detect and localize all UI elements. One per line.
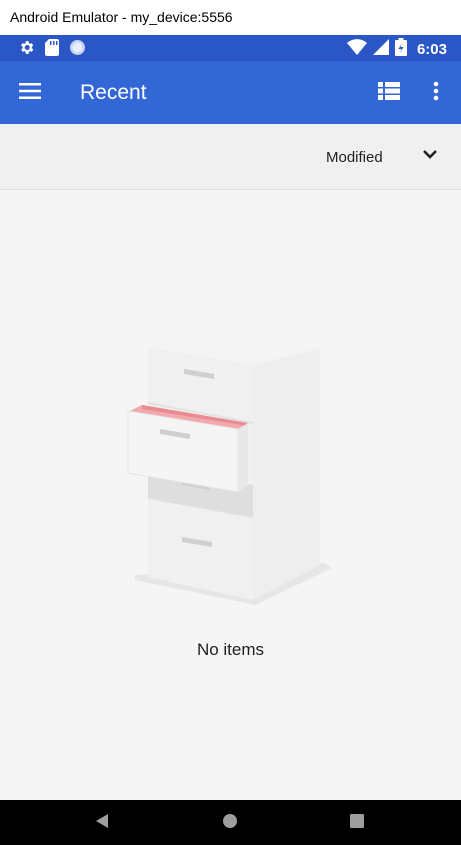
battery-icon	[394, 38, 407, 61]
view-list-icon	[378, 81, 400, 105]
sort-dropdown[interactable]: Modified	[318, 138, 448, 176]
empty-state-message: No items	[196, 640, 265, 659]
status-clock: 6:03	[416, 40, 447, 58]
sync-circle-icon	[69, 39, 86, 61]
window-title-text: Android Emulator - my_device:5556	[10, 9, 233, 25]
home-button[interactable]	[218, 812, 242, 834]
more-vert-icon	[433, 81, 439, 106]
wifi-icon	[346, 39, 367, 60]
list-view-button[interactable]	[374, 78, 404, 108]
hamburger-menu-icon	[19, 82, 41, 104]
app-bar: Recent	[0, 61, 461, 124]
empty-state-illustration	[120, 325, 340, 615]
navigation-bar	[0, 800, 461, 845]
cell-signal-icon	[372, 39, 389, 60]
back-button[interactable]	[90, 812, 114, 834]
more-options-button[interactable]	[424, 78, 448, 108]
sd-card-icon	[45, 39, 59, 61]
menu-button[interactable]	[14, 78, 46, 108]
sort-bar: Modified	[0, 124, 461, 190]
settings-icon	[18, 39, 35, 61]
recents-icon	[350, 813, 364, 833]
recents-button[interactable]	[345, 812, 369, 834]
home-icon	[222, 813, 238, 834]
window-title: Android Emulator - my_device:5556	[0, 0, 461, 35]
back-icon	[95, 813, 109, 834]
chevron-down-icon	[422, 147, 438, 165]
sort-label: Modified	[326, 148, 383, 166]
status-bar: 6:03	[0, 35, 461, 61]
page-title: Recent	[80, 81, 147, 104]
